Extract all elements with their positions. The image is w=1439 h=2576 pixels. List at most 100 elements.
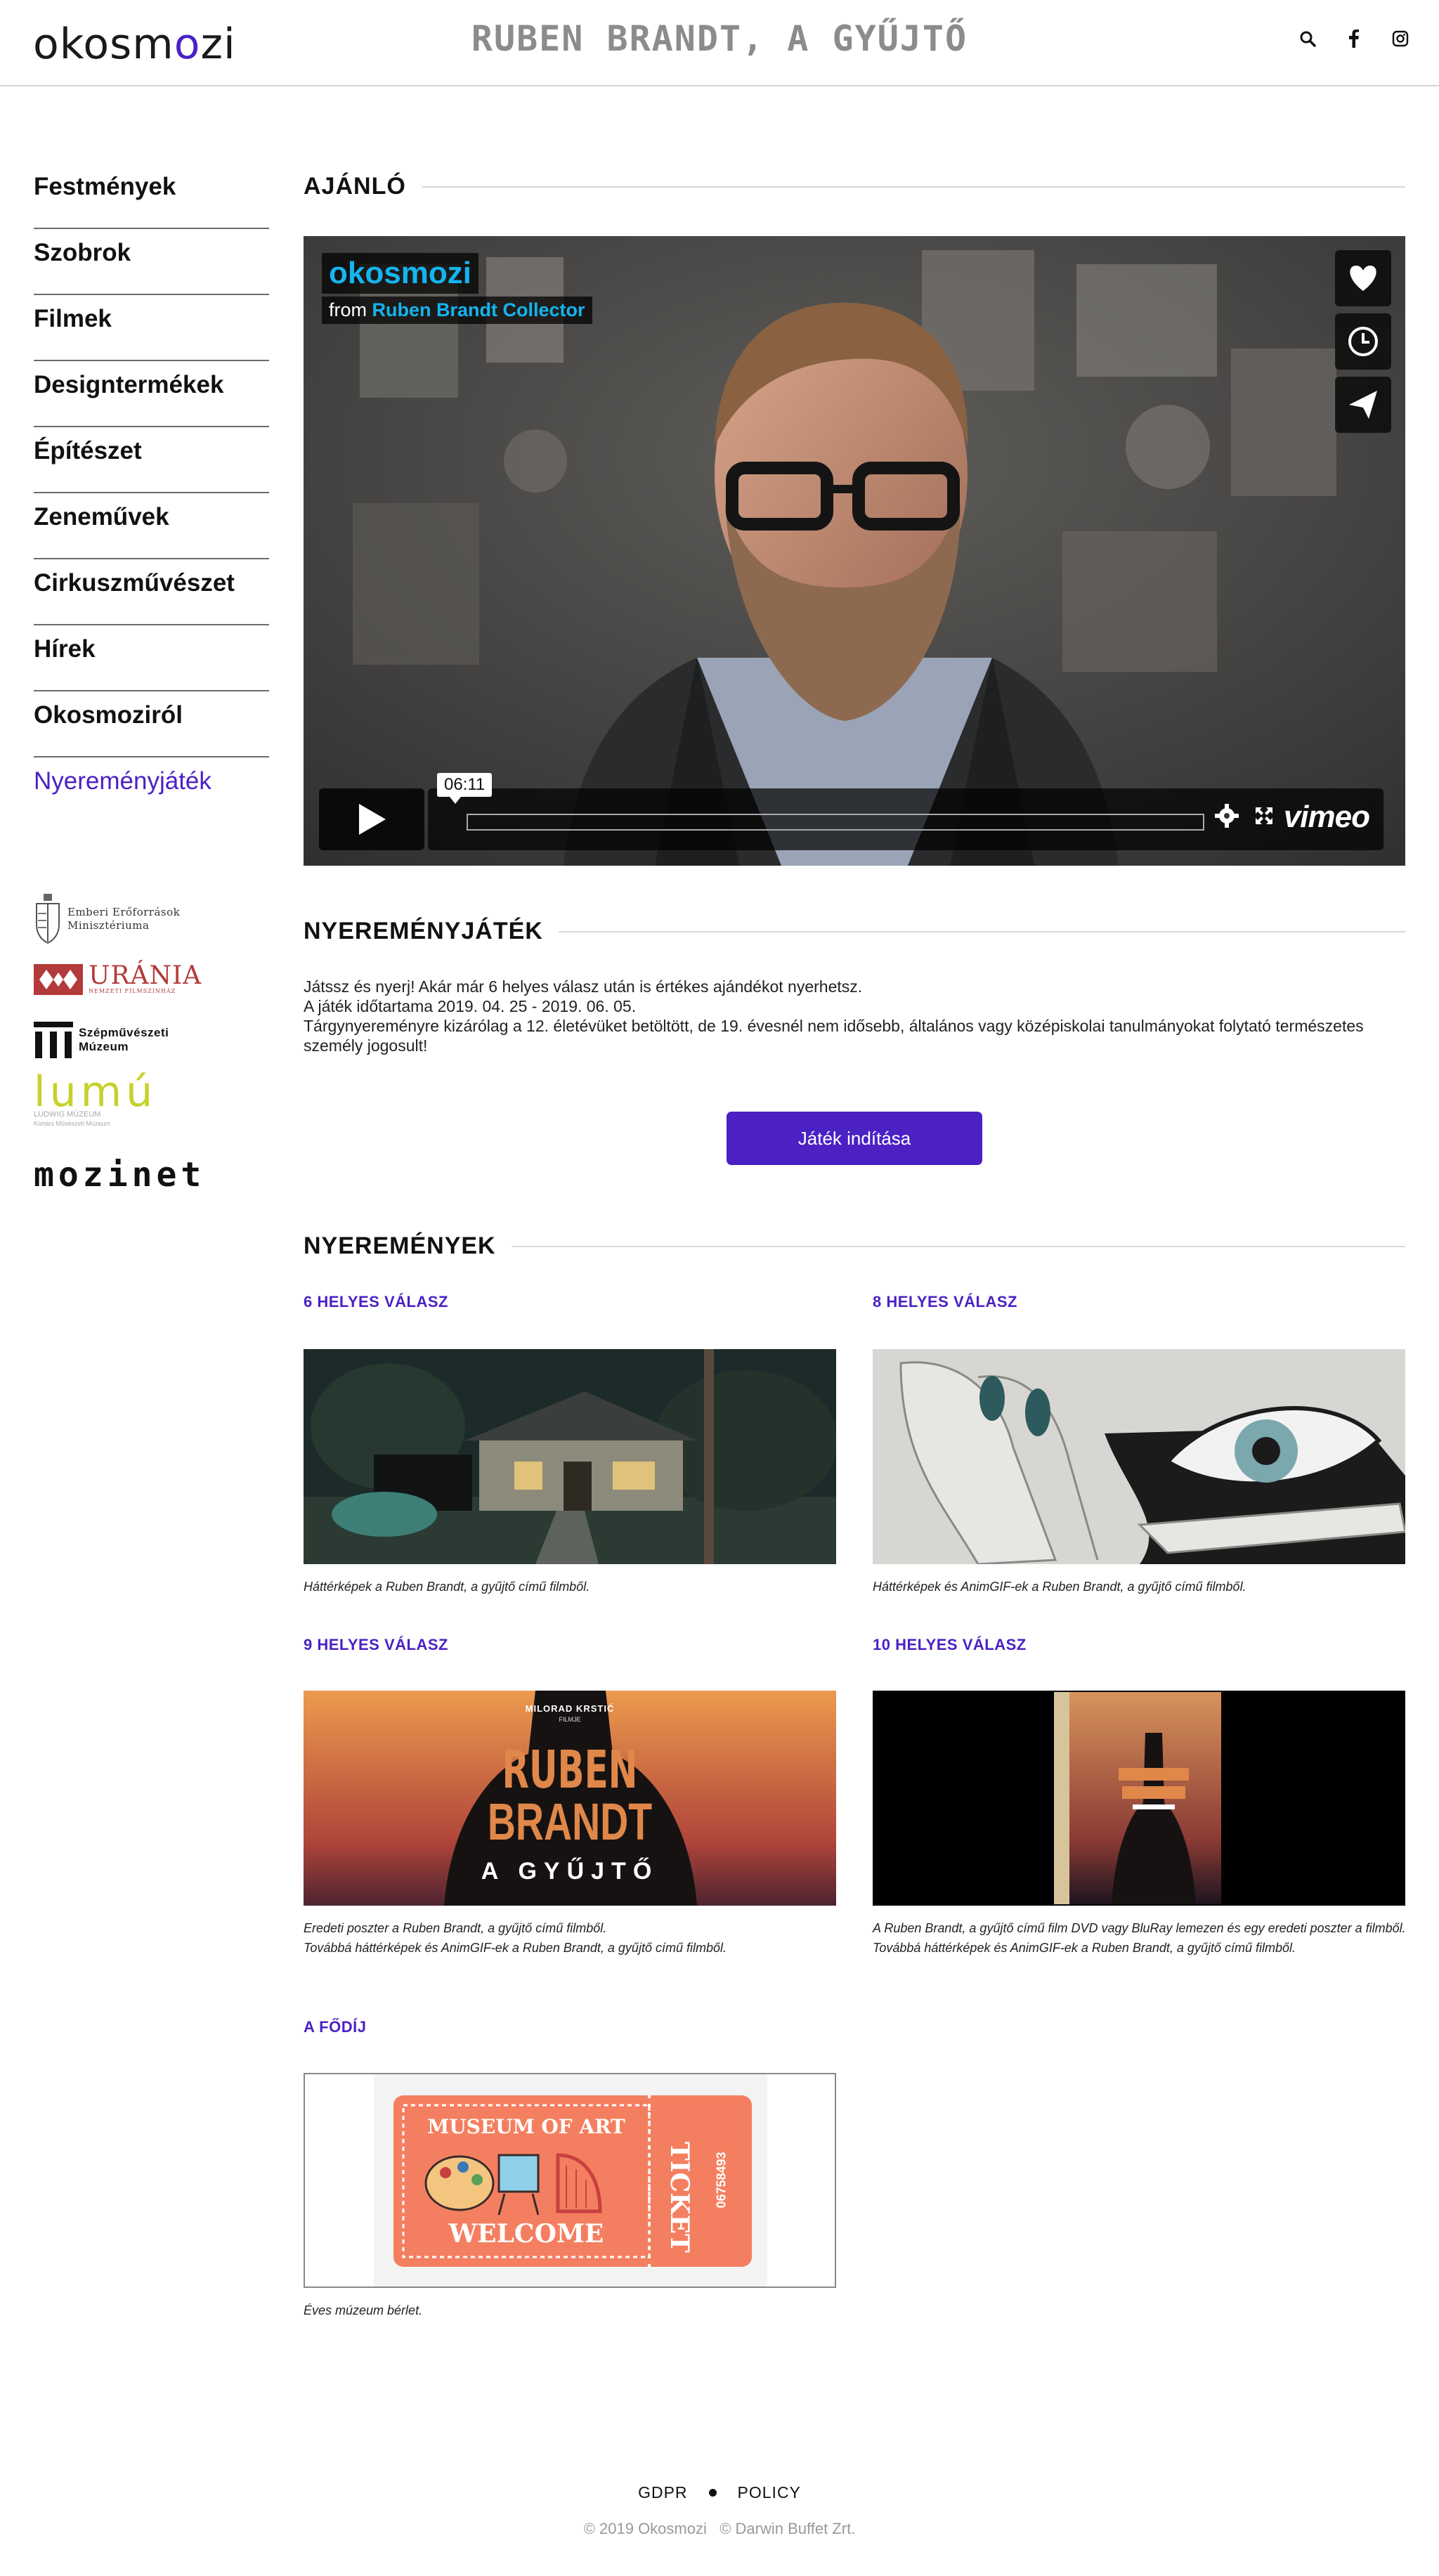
- site-header: okosmozi RUBEN BRANDT, A GYŰJTŐ: [0, 0, 1439, 86]
- sidebar-nav: Festmények Szobrok Filmek Designtermékek…: [34, 163, 269, 824]
- partner-lumu-sub2: Kortárs Művészeti Múzeum: [34, 1120, 111, 1127]
- video-progress-bar[interactable]: [467, 814, 1204, 831]
- prize-image-ticket: MUSEUM OF ART WELCOME TICKET 06758493: [304, 2073, 836, 2288]
- ticket-museum-label: MUSEUM OF ART: [427, 2115, 625, 2138]
- partner-mozinet-name: mozinet: [34, 1155, 206, 1195]
- sidebar-item-cirkuszmuveszet[interactable]: Cirkuszművészet: [34, 559, 269, 625]
- clock-icon[interactable]: [1335, 313, 1391, 370]
- prize-caption: Háttérképek és AnimGIF-ek a Ruben Brandt…: [873, 1577, 1407, 1596]
- game-text-line: Tárgynyereményre kizárólag a 12. életévü…: [304, 1017, 1364, 1055]
- video-source-link[interactable]: Ruben Brandt Collector: [372, 299, 585, 320]
- prize-caption-line: Továbbá háttérképek és AnimGIF-ek a Rube…: [873, 1941, 1296, 1955]
- section-nyeremenyek: NYEREMÉNYEK: [304, 1232, 1405, 1260]
- poster-title-line1: RUBEN: [502, 1740, 638, 1800]
- section-title-nyeremenyek: NYEREMÉNYEK: [304, 1232, 496, 1259]
- game-text-line: Játssz és nyerj! Akár már 6 helyes válas…: [304, 977, 863, 996]
- vimeo-logo[interactable]: vimeo: [1284, 800, 1370, 835]
- poster-film-label: FILMJE: [559, 1716, 581, 1723]
- prize-label-8: 8 HELYES VÁLASZ: [873, 1293, 1017, 1310]
- partner-emmi-line2: Minisztériuma: [67, 919, 150, 932]
- prize-image-dvd: [873, 1691, 1405, 1906]
- search-icon[interactable]: [1298, 30, 1317, 48]
- partner-logo-lumu[interactable]: lumú LUDWIG MÚZEUM Kortárs Művészeti Múz…: [34, 1067, 245, 1134]
- section-title-ajanlo: AJÁNLÓ: [304, 173, 406, 200]
- prize-caption: Éves múzeum bérlet.: [304, 2301, 838, 2320]
- facebook-icon[interactable]: [1345, 30, 1363, 48]
- footer-separator-dot: [708, 2489, 717, 2497]
- ticket-welcome-label: WELCOME: [448, 2219, 604, 2249]
- prize-caption: Eredeti poszter a Ruben Brandt, a gyűjtő…: [304, 1918, 838, 1958]
- section-divider: [511, 1245, 1405, 1247]
- prize-caption-line: A Ruben Brandt, a gyűjtő című film DVD v…: [873, 1921, 1406, 1935]
- partner-logo-mozinet[interactable]: mozinet: [34, 1148, 245, 1202]
- prize-caption: Háttérképek a Ruben Brandt, a gyűjtő cím…: [304, 1577, 838, 1596]
- sidebar-item-hirek[interactable]: Hírek: [34, 625, 269, 691]
- video-channel-name[interactable]: okosmozi: [322, 253, 478, 294]
- poster-title-line2: BRANDT: [487, 1793, 653, 1851]
- video-source: from Ruben Brandt Collector: [322, 297, 592, 324]
- send-icon[interactable]: [1335, 377, 1391, 433]
- prize-label-main: A FŐDÍJ: [304, 2018, 367, 2036]
- sidebar-item-szobrok[interactable]: Szobrok: [34, 229, 269, 295]
- prize-label-10: 10 HELYES VÁLASZ: [873, 1636, 1027, 1653]
- prize-caption-line: Eredeti poszter a Ruben Brandt, a gyűjtő…: [304, 1921, 607, 1935]
- video-player[interactable]: okosmozi from Ruben Brandt Collector 06:…: [304, 236, 1405, 866]
- footer-link-policy[interactable]: POLICY: [738, 2483, 801, 2502]
- video-progress-area: 06:11 vimeo: [428, 773, 1383, 850]
- ticket-side-label: TICKET: [665, 2142, 694, 2253]
- prize-caption-line: Háttérképek a Ruben Brandt, a gyűjtő cím…: [304, 1580, 590, 1594]
- video-side-actions: [1335, 250, 1391, 433]
- prize-image-poster: MILORAD KRSTIĆ FILMJE RUBEN BRANDT A GYŰ…: [304, 1691, 836, 1906]
- video-frame: [304, 236, 1405, 866]
- partner-logo-szepmuveszeti[interactable]: Szépművészeti Múzeum: [34, 1013, 245, 1067]
- start-game-button[interactable]: Játék indítása: [727, 1112, 982, 1165]
- section-divider: [558, 930, 1405, 932]
- prize-caption-line: Háttérképek és AnimGIF-ek a Ruben Brandt…: [873, 1580, 1246, 1594]
- partner-logo-urania[interactable]: URÁNIA NEMZETI FILMSZÍNHÁZ: [34, 953, 245, 1006]
- ticket-number: 06758493: [714, 2152, 729, 2209]
- play-icon: [359, 804, 386, 835]
- sidebar-item-okosmozirol[interactable]: Okosmoziról: [34, 691, 269, 757]
- partner-lumu-name: lumú: [34, 1067, 157, 1117]
- section-divider: [421, 186, 1405, 188]
- prize-caption-line: Éves múzeum bérlet.: [304, 2303, 423, 2317]
- footer-link-gdpr[interactable]: GDPR: [638, 2483, 687, 2502]
- game-text-line: A játék időtartama 2019. 04. 25 - 2019. …: [304, 997, 637, 1015]
- footer-links: GDPR POLICY: [0, 2483, 1439, 2502]
- poster-director: MILORAD KRSTIĆ: [525, 1703, 615, 1714]
- sidebar-item-epiteszet[interactable]: Építészet: [34, 427, 269, 493]
- copyright-darwin: © Darwin Buffet Zrt.: [720, 2520, 856, 2537]
- prize-label-6: 6 HELYES VÁLASZ: [304, 1293, 448, 1310]
- poster-subtitle: A GYŰJTŐ: [481, 1858, 659, 1885]
- video-duration: 06:11: [437, 773, 493, 804]
- prize-image-house: [304, 1349, 836, 1564]
- partner-urania-name: URÁNIA: [89, 961, 202, 990]
- play-button[interactable]: [319, 788, 424, 850]
- instagram-icon[interactable]: [1391, 30, 1409, 48]
- sidebar-item-filmek[interactable]: Filmek: [34, 295, 269, 361]
- settings-icon[interactable]: [1215, 804, 1239, 831]
- prize-caption-line: Továbbá háttérképek és AnimGIF-ek a Rube…: [304, 1941, 727, 1955]
- section-title-nyeremenyjatek: NYEREMÉNYJÁTÉK: [304, 918, 543, 944]
- sidebar-item-zenemuvek[interactable]: Zeneművek: [34, 493, 269, 559]
- partner-logos: Emberi Erőforrások Minisztériuma URÁNIA NE…: [34, 892, 245, 1209]
- prize-caption: A Ruben Brandt, a gyűjtő című film DVD v…: [873, 1918, 1407, 1958]
- fullscreen-icon[interactable]: [1254, 806, 1274, 829]
- prize-label-9: 9 HELYES VÁLASZ: [304, 1636, 448, 1653]
- footer-copyright: © 2019 Okosmozi © Darwin Buffet Zrt.: [0, 2520, 1439, 2538]
- partner-logo-emmi[interactable]: Emberi Erőforrások Minisztériuma: [34, 892, 245, 946]
- sidebar-item-festmenyek[interactable]: Festmények: [34, 163, 269, 229]
- prize-image-eye: [873, 1349, 1405, 1564]
- urania-ornament-icon: [34, 964, 83, 995]
- video-controls: 06:11 vimeo: [319, 773, 1386, 852]
- heart-icon[interactable]: [1335, 250, 1391, 306]
- sidebar-item-nyeremenyjatek[interactable]: Nyereményjáték: [34, 757, 269, 824]
- section-ajanlo: AJÁNLÓ: [304, 173, 1405, 200]
- page-title: RUBEN BRANDT, A GYŰJTŐ: [471, 18, 968, 59]
- game-description: Játssz és nyerj! Akár már 6 helyes válas…: [304, 977, 1405, 1055]
- partner-szm-line2: Múzeum: [79, 1040, 129, 1053]
- sidebar-item-designtermekek[interactable]: Designtermékek: [34, 361, 269, 427]
- partner-emmi-line1: Emberi Erőforrások: [67, 906, 181, 918]
- copyright-okosmozi: © 2019 Okosmozi: [583, 2520, 707, 2537]
- museum-pillar-icon: [34, 1022, 73, 1058]
